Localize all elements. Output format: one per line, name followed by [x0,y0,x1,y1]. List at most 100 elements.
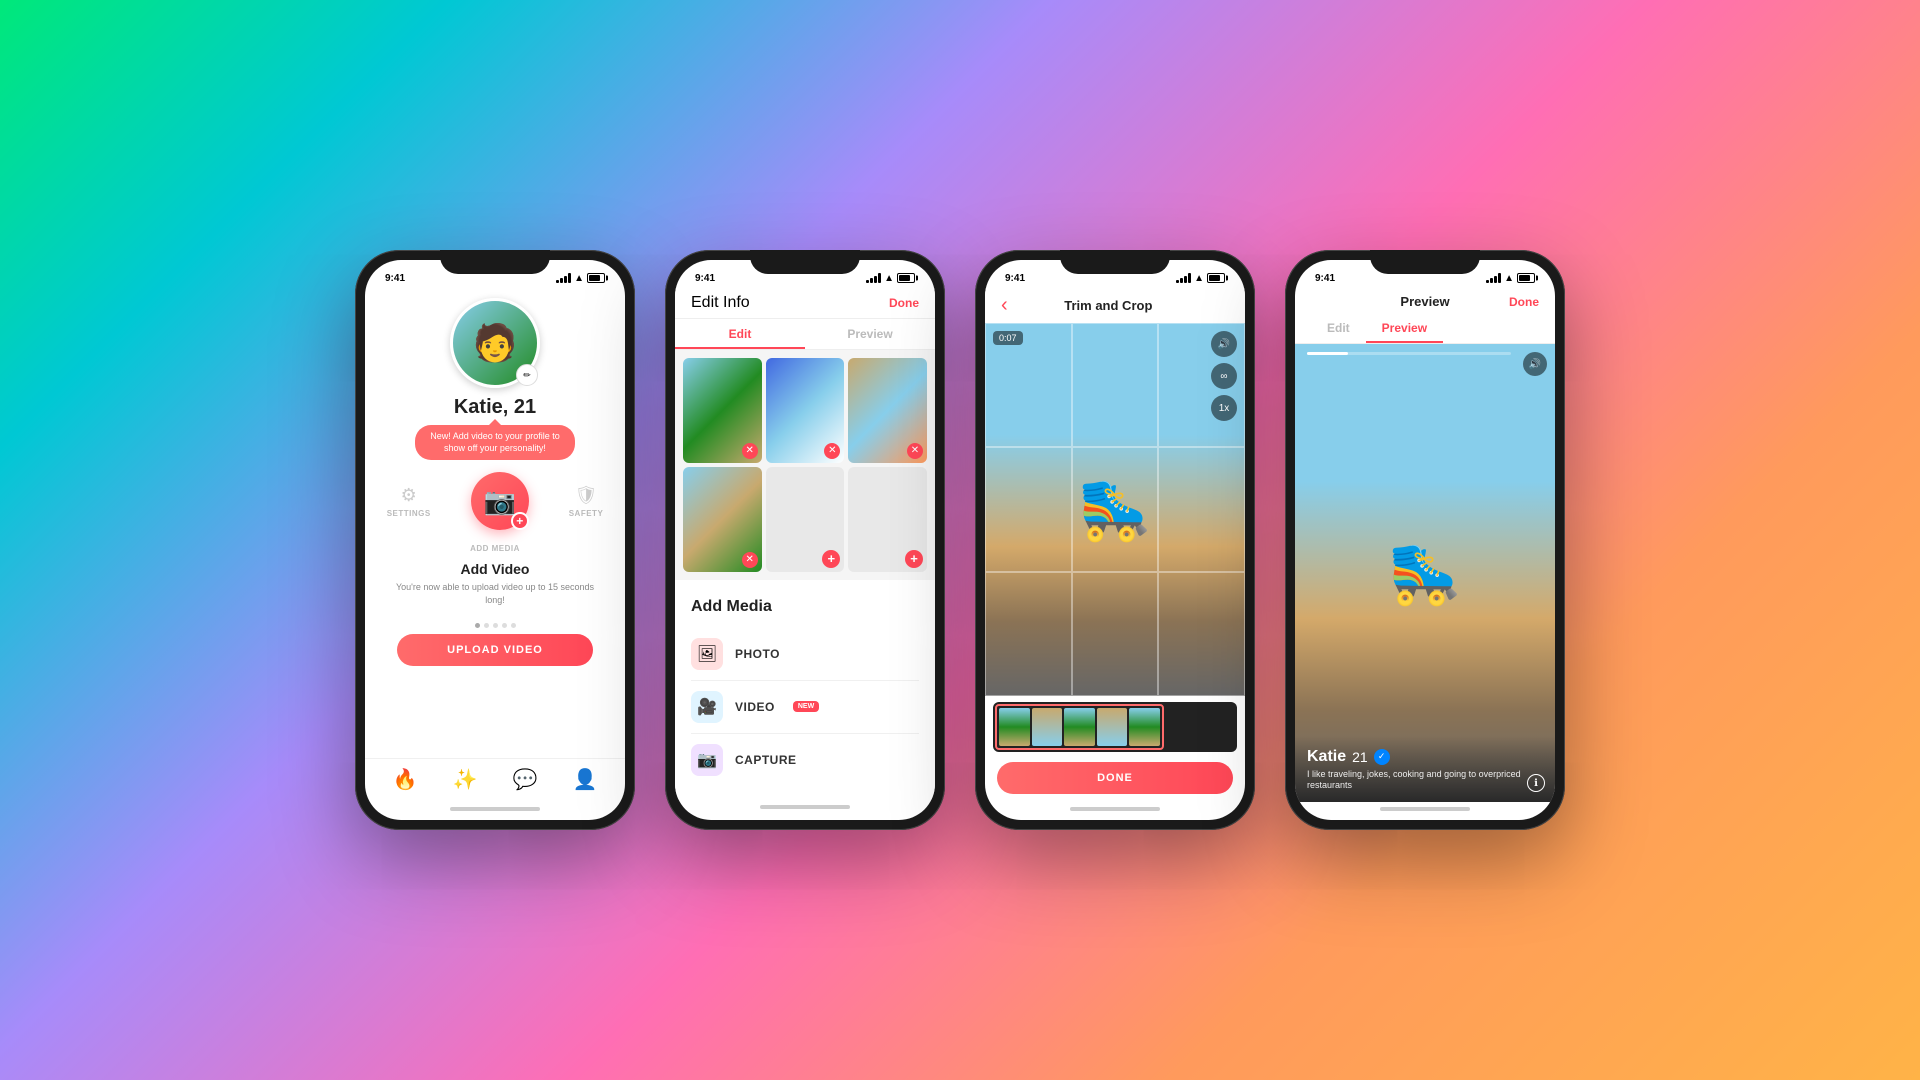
tab-edit[interactable]: Edit [675,319,805,349]
signal-icon-2 [866,273,881,283]
photo-cell-3[interactable]: ✕ [848,358,927,463]
thumb-2 [1032,708,1063,746]
tab-edit-4[interactable]: Edit [1311,315,1366,343]
add-media-plus-icon: + [511,512,529,530]
edit-done-btn[interactable]: Done [889,296,919,310]
notch-3 [1060,250,1170,274]
notch-2 [750,250,860,274]
dot-4 [502,623,507,628]
info-btn[interactable]: ℹ [1527,774,1545,792]
battery-icon-3 [1207,273,1225,283]
new-badge: NEW [793,701,819,712]
photo-delete-4[interactable]: ✕ [742,552,758,568]
phone-1-inner: 9:41 ▲ 🧑 ✏ Katie, 21 New! Add vide [365,260,625,820]
progress-bar-container [1307,352,1511,355]
preview-video-area: 🛼 🔊 Katie 21 ✓ I like traveling, jokes, … [1295,344,1555,802]
preview-name-overlay: Katie 21 ✓ I like traveling, jokes, cook… [1295,736,1555,802]
photo-cell-1[interactable]: ✕ [683,358,762,463]
upload-video-button[interactable]: UPLOAD VIDEO [397,634,593,666]
chat-icon[interactable]: 💬 [513,767,538,792]
thumb-5 [1129,708,1160,746]
bottom-nav-1: 🔥 ✨ 💬 👤 [365,758,625,802]
status-icons-2: ▲ [866,273,915,284]
thumb-4 [1097,708,1128,746]
photo-add-btn-2[interactable]: + [905,550,923,568]
safety-action[interactable]: 🛡 SAFETY [569,485,604,518]
photo-delete-3[interactable]: ✕ [907,443,923,459]
media-option-capture[interactable]: 📷 CAPTURE [691,734,919,786]
media-option-photo[interactable]: 🖼 PHOTO [691,628,919,681]
home-bar-4 [1295,802,1555,820]
thumb-1 [999,708,1030,746]
add-media-btn[interactable]: 📷 + [471,472,529,530]
photo-label: PHOTO [735,647,780,661]
preview-done-btn[interactable]: Done [1509,295,1539,309]
tab-preview[interactable]: Preview [805,319,935,349]
battery-icon-4 [1517,273,1535,283]
safety-icon: 🛡 [575,485,598,506]
wifi-icon-2: ▲ [884,273,894,284]
dot-5 [511,623,516,628]
preview-speaker-btn[interactable]: 🔊 [1523,352,1547,376]
trim-header: ‹ Trim and Crop [985,288,1245,323]
safety-label: SAFETY [569,509,604,518]
progress-bar-fill [1307,352,1348,355]
photo-delete-1[interactable]: ✕ [742,443,758,459]
profile-content: 🧑 ✏ Katie, 21 New! Add video to your pro… [365,288,625,758]
add-media-sheet: Add Media 🖼 PHOTO 🎥 VIDEO NEW 📷 CAPTURE [675,584,935,800]
video-controls: 0:07 🔊 ∞ 1x [993,331,1237,421]
signal-icon-3 [1176,273,1191,283]
photo-add-btn-1[interactable]: + [822,550,840,568]
photo-grid: ✕ ✕ ✕ ✕ + + [675,350,935,580]
photo-add-2[interactable]: + [848,467,927,572]
photo-cell-4[interactable]: ✕ [683,467,762,572]
battery-icon-1 [587,273,605,283]
edit-title: Edit Info [691,294,750,312]
photo-delete-2[interactable]: ✕ [824,443,840,459]
media-option-video[interactable]: 🎥 VIDEO NEW [691,681,919,734]
profile-name: Katie, 21 [454,396,536,419]
status-icons-3: ▲ [1176,273,1225,284]
avatar-container: 🧑 ✏ [450,298,540,388]
home-bar-2 [675,800,935,818]
phone-2-inner: 9:41 ▲ Edit Info Done Edit Preview [675,260,935,820]
photo-cell-2[interactable]: ✕ [766,358,845,463]
add-video-desc: You're now able to upload video up to 15… [385,581,605,606]
verified-icon: ✓ [1374,749,1390,765]
speed-btn[interactable]: 1x [1211,395,1237,421]
tab-preview-4[interactable]: Preview [1366,315,1443,343]
phone-1: 9:41 ▲ 🧑 ✏ Katie, 21 New! Add vide [355,250,635,830]
trim-title: Trim and Crop [1064,298,1152,313]
profile-actions: ⚙ SETTINGS 📷 + 🛡 SAFETY [387,472,604,530]
profile-tooltip: New! Add video to your profile to show o… [415,425,575,460]
status-icons-4: ▲ [1486,273,1535,284]
trim-timeline[interactable] [993,702,1237,752]
wifi-icon-3: ▲ [1194,273,1204,284]
notch-4 [1370,250,1480,274]
preview-age: 21 [1352,749,1368,765]
avatar-edit-btn[interactable]: ✏ [516,364,538,386]
battery-icon-2 [897,273,915,283]
video-icon: 🎥 [691,691,723,723]
preview-tab-row: Edit Preview [1295,315,1555,344]
profile-icon[interactable]: 👤 [573,767,598,792]
back-btn[interactable]: ‹ [1001,294,1008,317]
video-preview-area: 🛼 0:07 🔊 ∞ 1x [985,323,1245,696]
preview-bio: I like traveling, jokes, cooking and goi… [1307,769,1543,792]
time-1: 9:41 [385,273,405,284]
phone-4-inner: 9:41 ▲ Preview Done Edit Preview [1295,260,1555,820]
settings-action[interactable]: ⚙ SETTINGS [387,485,431,518]
speaker-btn[interactable]: 🔊 [1211,331,1237,357]
notch-1 [440,250,550,274]
wifi-icon-4: ▲ [1504,273,1514,284]
trim-done-btn[interactable]: DONE [997,762,1233,794]
spark-icon[interactable]: ✨ [453,767,478,792]
phone-3: 9:41 ▲ ‹ Trim and Crop 🛼 [975,250,1255,830]
photo-add-1[interactable]: + [766,467,845,572]
loop-btn[interactable]: ∞ [1211,363,1237,389]
add-media-label: ADD MEDIA [470,544,520,553]
time-4: 9:41 [1315,273,1335,284]
dot-1 [475,623,480,628]
settings-label: SETTINGS [387,509,431,518]
like-icon[interactable]: 🔥 [393,767,418,792]
